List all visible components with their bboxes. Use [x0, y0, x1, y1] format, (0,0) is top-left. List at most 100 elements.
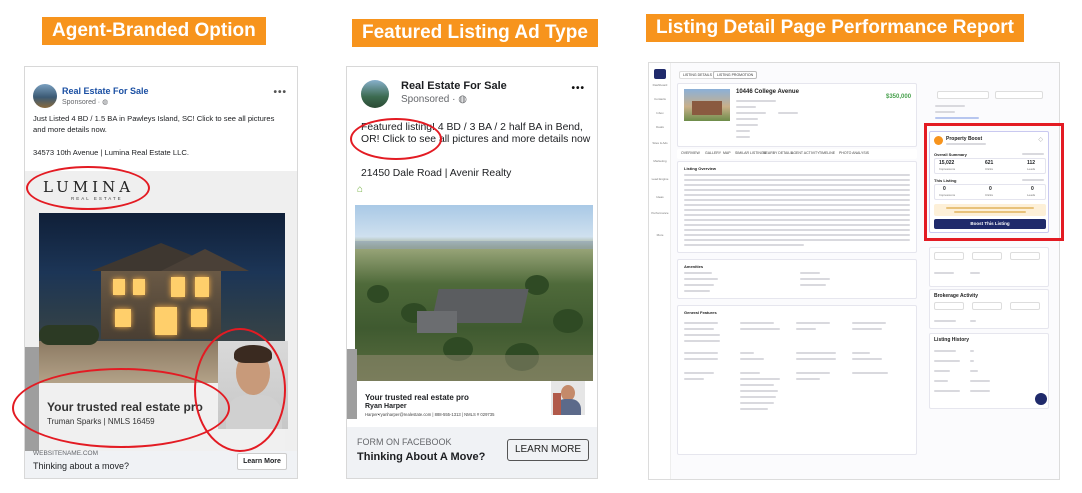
listing-impressions-value: 0 — [943, 186, 946, 192]
amenities-panel: Amenities — [677, 259, 917, 299]
tab-nearby[interactable]: NEARBY DETAILS — [763, 151, 793, 155]
nav-lead-engine[interactable]: Lead Engine — [651, 177, 669, 181]
agent-name: Truman Sparks | NMLS 16459 — [47, 417, 155, 426]
overall-clicks-label: Clicks — [985, 167, 993, 171]
stats-panel — [929, 247, 1049, 287]
nav-inbox[interactable]: Inbox — [651, 111, 669, 115]
agent-branded-title: Agent-Branded Option — [42, 17, 266, 45]
cta-question: Thinking About A Move? — [357, 451, 486, 463]
nav-sites-ads[interactable]: Sites & Ads — [651, 141, 669, 145]
tab-listing-details[interactable]: LISTING DETAILS — [679, 71, 716, 79]
nav-more[interactable]: More — [651, 233, 669, 237]
boost-title: Property Boost — [946, 136, 983, 142]
listing-impressions-label: Impressions — [939, 193, 956, 197]
page-avatar[interactable] — [33, 84, 57, 108]
boost-icon — [934, 136, 943, 145]
tab-map[interactable]: MAP — [723, 151, 731, 155]
boost-overall-label: Overall Summary — [934, 152, 967, 157]
ad-address: 34573 10th Avenue | Lumina Real Estate L… — [33, 148, 189, 157]
overall-clicks-value: 621 — [985, 160, 994, 166]
ad-creative[interactable]: LUMINA REAL ESTATE Your trusted real est… — [25, 171, 297, 451]
overall-leads-label: Leads — [1027, 167, 1036, 171]
nav-dashboard[interactable]: Dashboard — [651, 83, 669, 87]
listing-clicks-value: 0 — [989, 186, 992, 192]
learn-more-button[interactable]: Learn More — [237, 453, 287, 470]
tab-photo-analysis[interactable]: PHOTO ANALYSIS — [839, 151, 869, 155]
listing-header-card: 10446 College Avenue $350,000 — [677, 83, 917, 147]
boost-help-icon[interactable]: ◇ — [1038, 136, 1043, 143]
listing-leads-label: Leads — [1027, 193, 1036, 197]
listing-clicks-label: Clicks — [985, 193, 993, 197]
brokerage-total-select[interactable] — [1010, 302, 1040, 310]
agent-contact: Harper•ryanharper@realestate.com | 888-5… — [365, 412, 495, 417]
total-select[interactable] — [1010, 252, 1040, 260]
form-label: FORM ON FACEBOOK — [357, 437, 452, 447]
ad-body-text: Just Listed 4 BD / 1.5 BA in Pawleys Isl… — [33, 114, 275, 134]
learn-more-button[interactable]: LEARN MORE — [507, 439, 589, 461]
boost-listing-button[interactable]: Boost This Listing — [934, 219, 1046, 229]
tab-overview[interactable]: OVERVIEW — [681, 151, 700, 155]
features-heading: General Features — [684, 310, 717, 315]
ad-address: 21450 Dale Road | Avenir Realty — [361, 168, 512, 179]
page-name[interactable]: Real Estate For Sale — [62, 86, 149, 96]
listing-report-screen: Dashboard Contacts Inbox Deals Sites & A… — [648, 62, 1060, 480]
nav-contacts[interactable]: Contacts — [651, 97, 669, 101]
more-options-icon[interactable]: ••• — [571, 83, 585, 94]
send-as-email-button[interactable] — [937, 91, 989, 99]
boost-notice — [934, 204, 1046, 216]
ad-comparison-canvas: Agent-Branded Option Featured Listing Ad… — [0, 0, 1082, 493]
sponsored-label: Sponsored · ◍ — [401, 94, 467, 105]
property-boost-panel: Property Boost ◇ Overall Summary 15,022 … — [929, 131, 1049, 233]
side-nav: Dashboard Contacts Inbox Deals Sites & A… — [649, 63, 671, 479]
tab-timeline[interactable]: TIMELINE — [819, 151, 835, 155]
brokerage-panel: Brokerage Activity — [929, 289, 1049, 329]
nav-performance[interactable]: Performance — [651, 211, 669, 215]
features-panel: General Features — [677, 305, 917, 455]
page-avatar[interactable] — [361, 80, 389, 108]
agent-tagline: Your trusted real estate pro — [47, 400, 203, 414]
agent-branded-ad[interactable]: Real Estate For Sale Sponsored · ◍ ••• J… — [24, 66, 298, 479]
today-select[interactable] — [934, 252, 964, 260]
listing-thumbnail[interactable] — [684, 89, 730, 121]
more-actions-button[interactable] — [995, 91, 1043, 99]
listing-price: $350,000 — [886, 94, 912, 100]
app-logo-icon — [654, 69, 666, 79]
listing-address: 10446 College Avenue — [736, 89, 799, 95]
agent-name: Ryan Harper — [365, 403, 407, 410]
page-name[interactable]: Real Estate For Sale — [401, 80, 507, 92]
sponsored-label: Sponsored · ◍ — [62, 99, 109, 106]
history-panel: Listing History — [929, 333, 1049, 409]
tab-listing-promotion[interactable]: LISTING PROMOTION — [713, 71, 758, 79]
tab-similar[interactable]: SIMILAR LISTINGS — [735, 151, 766, 155]
featured-listing-ad[interactable]: Real Estate For Sale Sponsored · ◍ ••• F… — [346, 66, 598, 479]
ad-body-text: Featured listing! 4 BD / 3 BA / 2 half B… — [361, 122, 591, 145]
more-options-icon[interactable]: ••• — [273, 87, 287, 98]
agent-headshot — [551, 381, 585, 415]
aerial-photo — [355, 205, 593, 381]
globe-icon: ◍ — [458, 94, 467, 105]
site-name[interactable]: WEBSITENAME.COM — [33, 450, 98, 457]
nav-deals[interactable]: Deals — [651, 125, 669, 129]
overview-heading: Listing Overview — [684, 166, 717, 171]
week-select[interactable] — [972, 252, 1002, 260]
boost-listing-label: This Listing — [934, 178, 957, 183]
brokerage-heading: Brokerage Activity — [934, 293, 978, 299]
nav-marketing[interactable]: Marketing — [651, 159, 669, 163]
listing-leads-value: 0 — [1031, 186, 1034, 192]
history-heading: Listing History — [934, 337, 970, 343]
agent-headshot — [218, 341, 288, 429]
brokerage-today-select[interactable] — [934, 302, 964, 310]
globe-icon: ◍ — [102, 99, 109, 106]
overall-stats: 15,022 Impressions 621 Clicks 112 Leads — [934, 158, 1046, 174]
brokerage-week-select[interactable] — [972, 302, 1002, 310]
nav-ideas[interactable]: Ideas — [651, 195, 669, 199]
amenities-heading: Amenities — [684, 264, 704, 269]
lumina-logo-sub: REAL ESTATE — [71, 196, 123, 201]
overall-leads-value: 112 — [1027, 160, 1036, 166]
tab-agent-activity[interactable]: AGENT ACTIVITY — [791, 151, 820, 155]
overview-panel: Listing Overview — [677, 161, 917, 253]
cta-question: Thinking about a move? — [33, 461, 130, 471]
tab-gallery[interactable]: GALLERY — [705, 151, 721, 155]
overall-impressions-value: 15,022 — [939, 160, 955, 166]
chat-icon[interactable] — [1035, 393, 1047, 405]
